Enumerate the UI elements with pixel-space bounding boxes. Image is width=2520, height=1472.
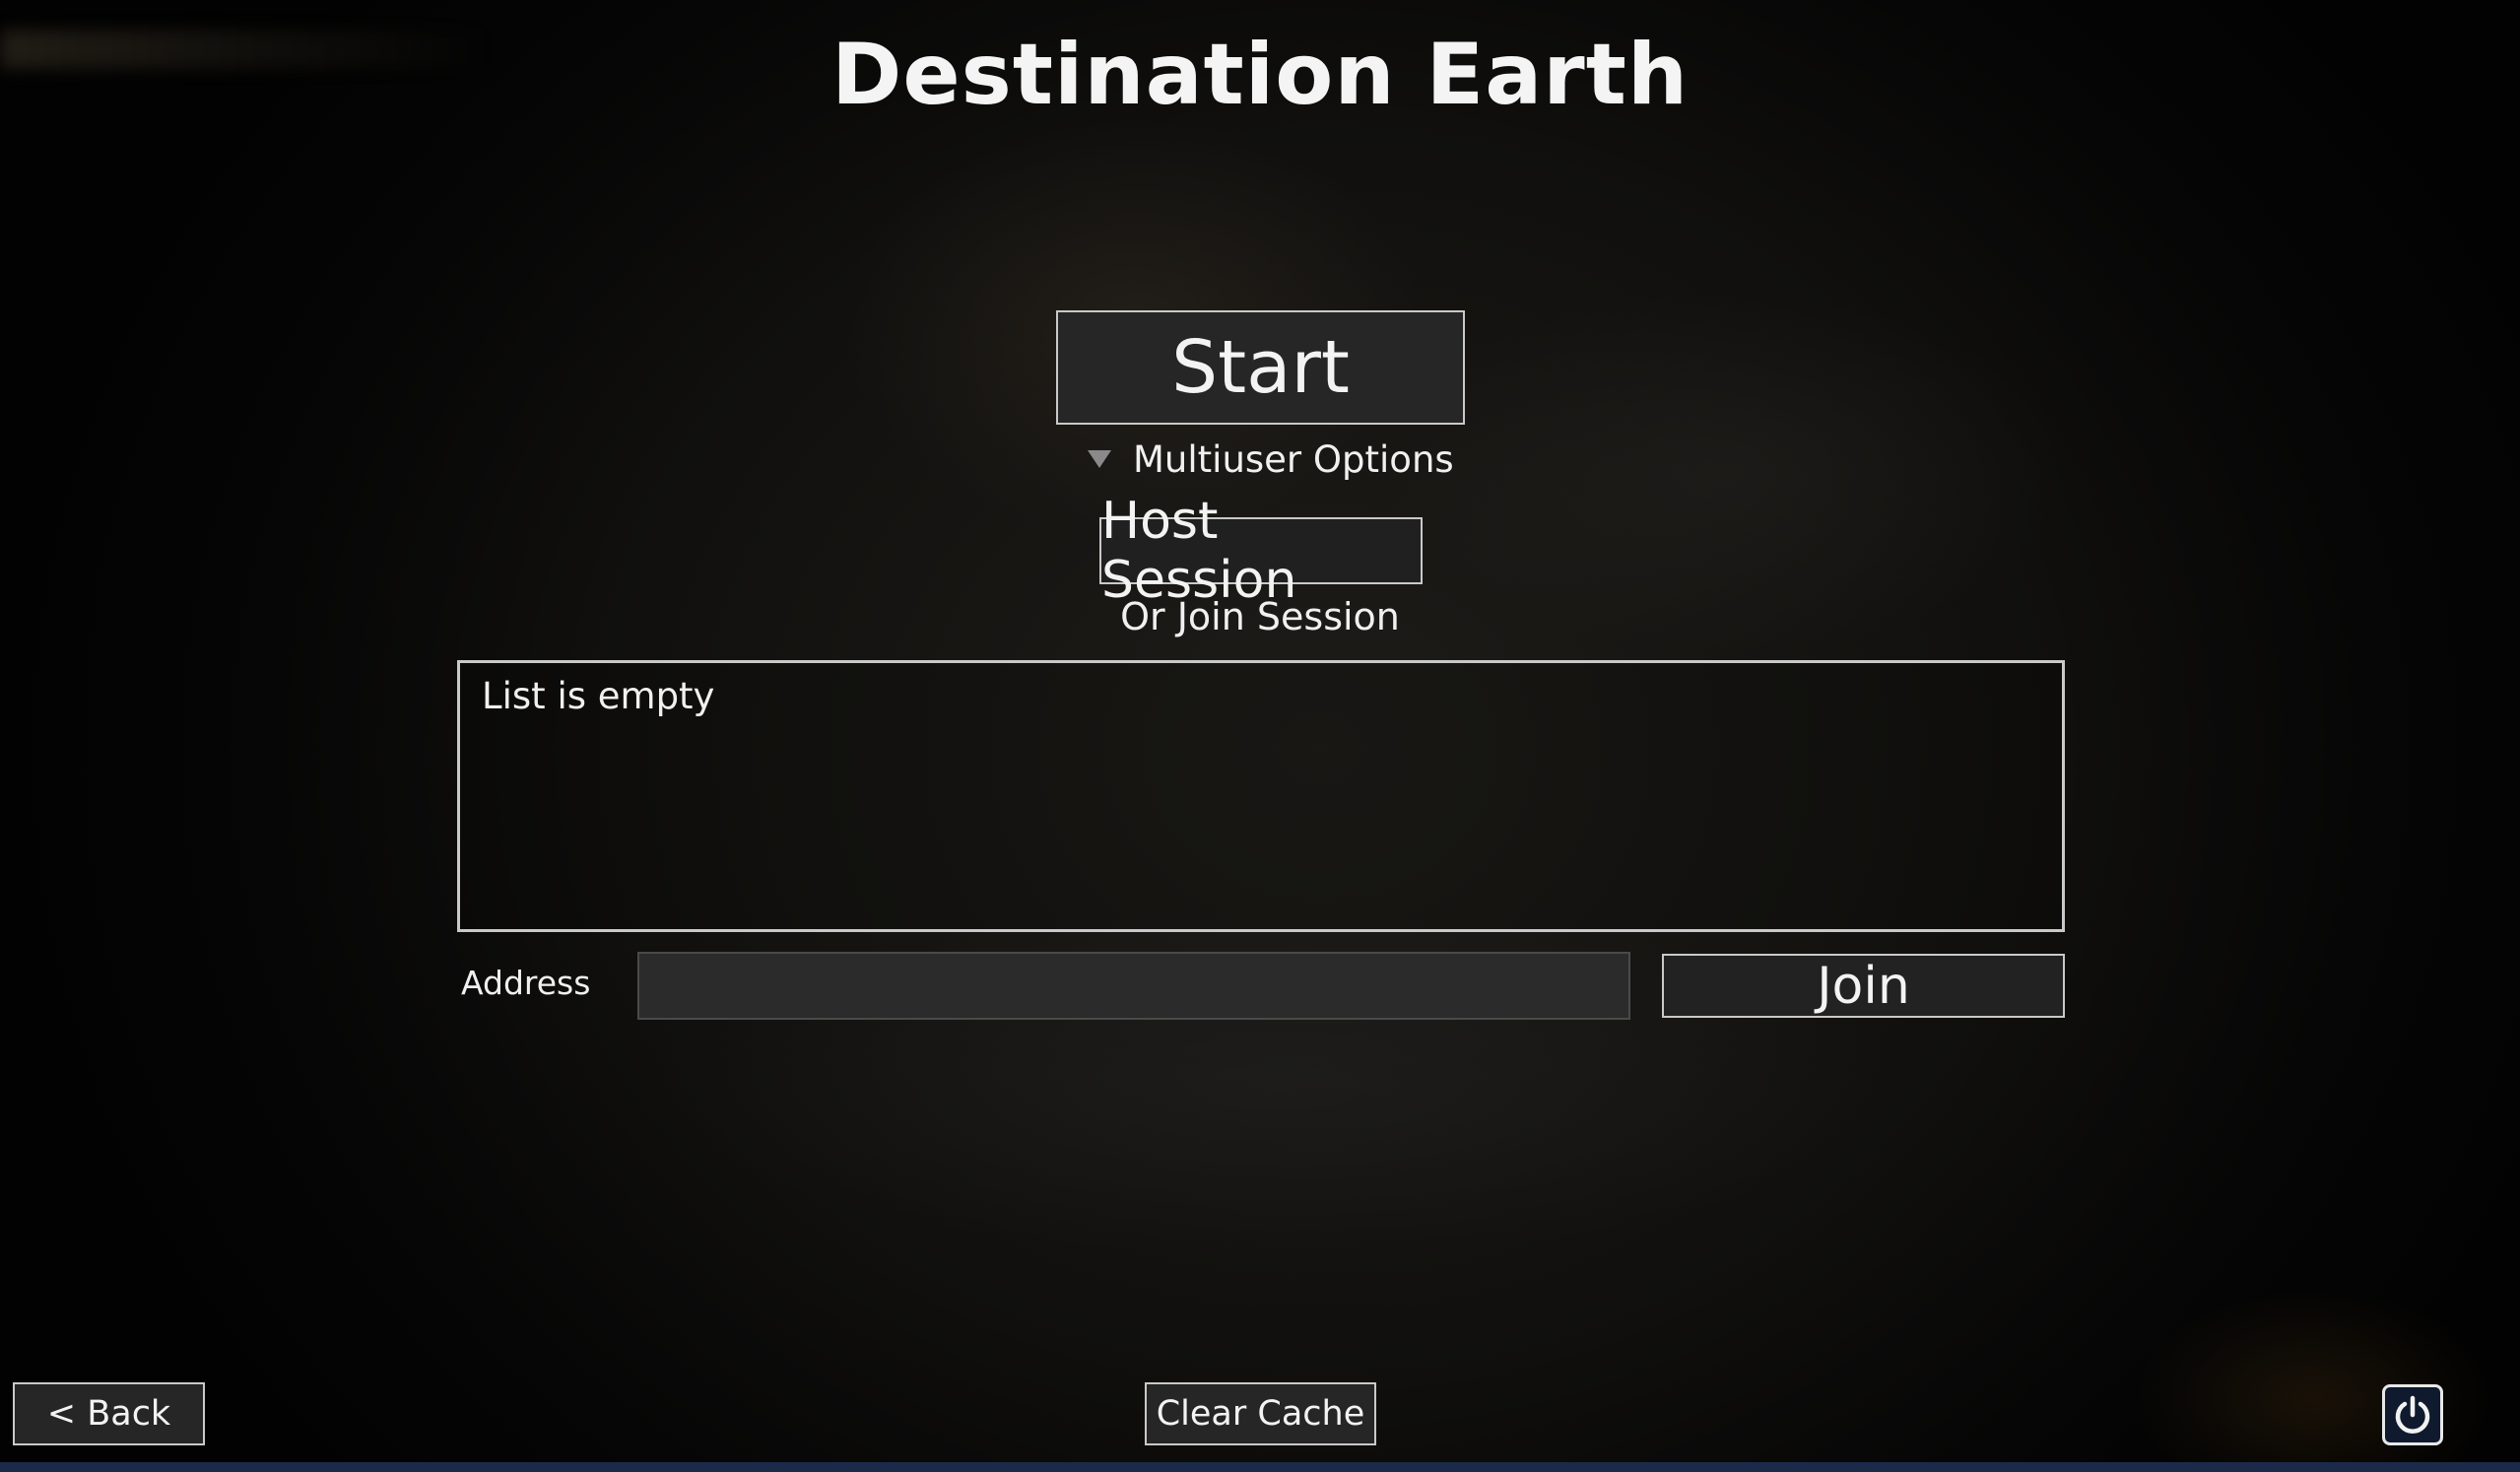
list-empty-message: List is empty — [482, 675, 715, 717]
address-input[interactable] — [637, 952, 1630, 1020]
multiuser-options-label: Multiuser Options — [1133, 437, 1454, 481]
bottom-strip — [0, 1462, 2520, 1472]
start-button[interactable]: Start — [1056, 310, 1465, 425]
page-title: Destination Earth — [830, 26, 1690, 124]
power-icon — [2395, 1395, 2430, 1434]
triangle-down-icon — [1088, 450, 1111, 468]
power-button[interactable] — [2382, 1384, 2443, 1445]
host-session-button[interactable]: Host Session — [1099, 492, 1423, 610]
clear-cache-button[interactable]: Clear Cache — [1145, 1382, 1376, 1445]
back-button[interactable]: < Back — [13, 1382, 205, 1445]
session-list[interactable]: List is empty — [457, 660, 2065, 932]
multiuser-options-toggle[interactable]: Multiuser Options — [1088, 435, 1454, 483]
address-label: Address — [461, 964, 591, 1002]
or-join-session-label: Or Join Session — [1120, 595, 1400, 638]
join-button[interactable]: Join — [1662, 954, 2065, 1018]
